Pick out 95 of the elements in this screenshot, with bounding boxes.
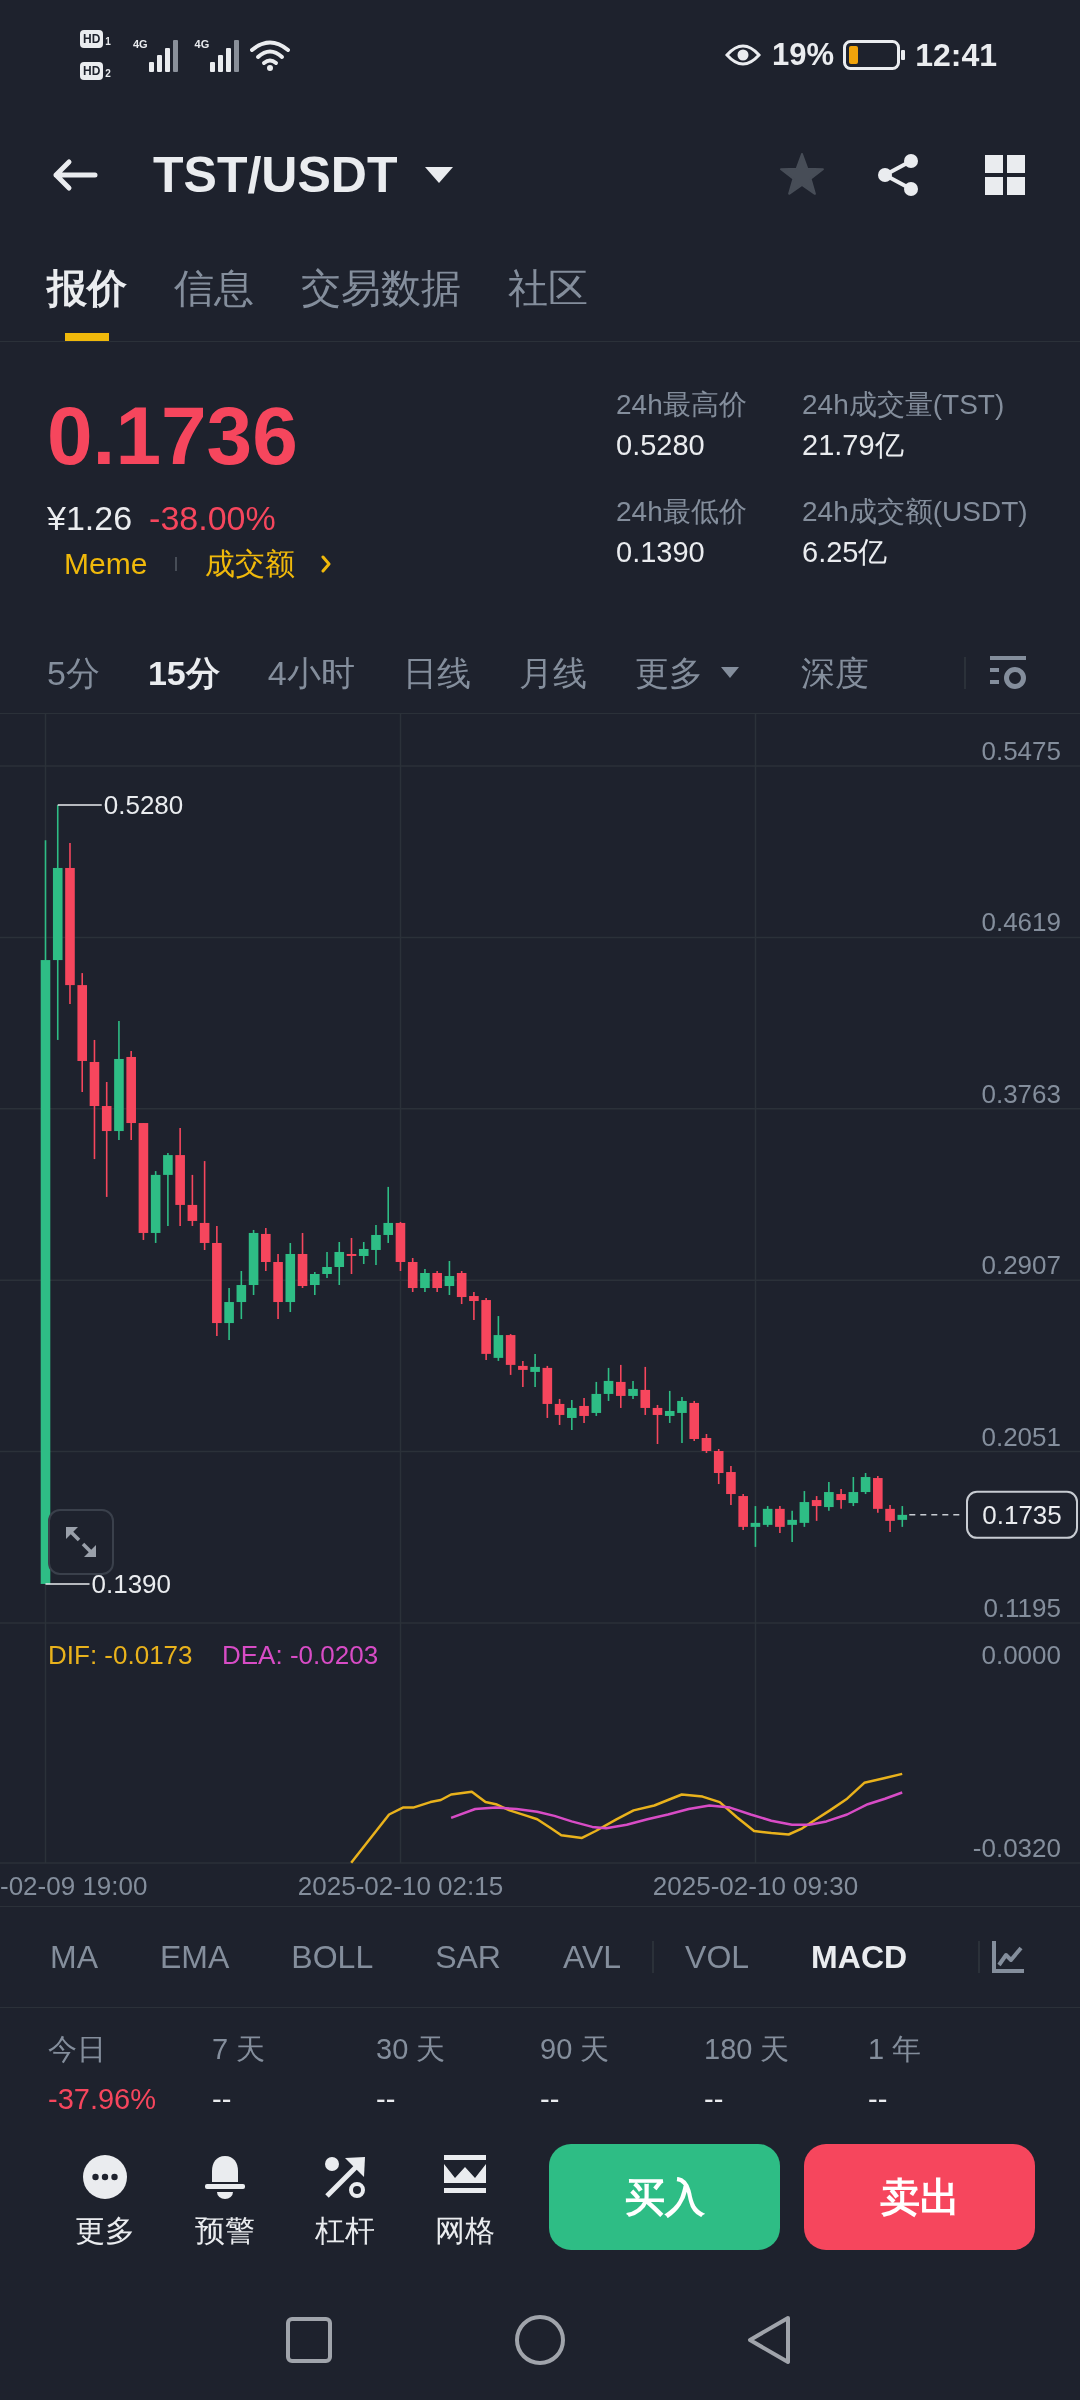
interval-tab[interactable]: 5分 — [47, 650, 100, 695]
back-arrow-icon[interactable] — [52, 158, 98, 192]
chart-settings-icon[interactable] — [990, 655, 1026, 690]
network-type-label: 4G — [132, 38, 148, 50]
indicator-tab[interactable]: SAR — [435, 1935, 501, 1979]
indicator-tab[interactable]: MA — [50, 1935, 98, 1979]
period-change: -- — [540, 2082, 561, 2117]
indicator-tab[interactable]: MACD — [811, 1935, 908, 1979]
pair-selector[interactable]: TST/USDT — [153, 145, 454, 205]
indicator-tab[interactable]: AVL — [562, 1935, 622, 1979]
period-label: 30 天 — [376, 2032, 447, 2067]
clock-time: 12:41 — [915, 36, 997, 75]
stat-label: 24h最低价 — [616, 495, 748, 529]
page-tab[interactable]: 社区 — [508, 240, 588, 341]
grid-trading-button[interactable]: 网格 — [415, 2144, 515, 2251]
last-price-tag: 0.1735 — [966, 1490, 1078, 1539]
stat-value: 0.1390 — [616, 535, 706, 570]
stat-label: 24h最高价 — [616, 388, 748, 422]
time-axis-label: 2025-02-10 02:15 — [297, 1871, 504, 1901]
triangle-nav-icon[interactable] — [747, 2315, 791, 2365]
macd-axis-label: 0.0000 — [981, 1640, 1061, 1670]
ellipsis-icon — [83, 2155, 127, 2199]
network-type-label: 4G — [194, 38, 210, 50]
stat-value: 21.79亿 — [802, 428, 905, 463]
page-tab[interactable]: 交易数据 — [301, 240, 461, 341]
wifi-icon — [250, 39, 291, 71]
interval-tab[interactable]: 15分 — [147, 650, 220, 695]
signal-icon — [210, 40, 241, 72]
stat-value: 0.5280 — [616, 428, 706, 463]
stat-label: 24h成交量(TST) — [802, 388, 1006, 422]
interval-tab[interactable]: 4小时 — [267, 650, 355, 695]
page-tab[interactable]: 报价 — [47, 240, 127, 341]
price-axis-label: 0.2907 — [981, 1250, 1061, 1281]
depth-tab[interactable]: 深度 — [800, 650, 869, 695]
price-axis-label: 0.1195 — [983, 1593, 1061, 1623]
period-change: -- — [376, 2082, 397, 2117]
price-change-percent: -38.00% — [149, 498, 276, 538]
share-icon[interactable] — [877, 153, 919, 197]
price-axis-label: 0.5475 — [981, 736, 1061, 767]
fiat-price: ¥1.26 — [47, 498, 133, 538]
page-tab[interactable]: 信息 — [174, 240, 254, 341]
eye-icon — [725, 42, 762, 68]
star-icon[interactable] — [779, 153, 825, 197]
price-axis-label: 0.3763 — [981, 1078, 1061, 1109]
caret-down-icon — [425, 167, 454, 183]
time-axis-label: 2025-02-10 09:30 — [652, 1871, 859, 1901]
indicator-tab[interactable]: VOL — [685, 1935, 750, 1979]
percent-arrow-icon — [323, 2155, 367, 2199]
period-label: 180 天 — [704, 2032, 791, 2067]
stat-value: 6.25亿 — [802, 535, 889, 570]
leader-line — [44, 1583, 91, 1585]
indicator-tab[interactable]: BOLL — [291, 1935, 374, 1979]
macd-axis-label: -0.0320 — [972, 1833, 1061, 1863]
indicator-tab[interactable]: EMA — [160, 1935, 230, 1979]
chart-line-icon[interactable] — [992, 1941, 1024, 1973]
sell-button[interactable]: 卖出 — [804, 2144, 1035, 2250]
bell-icon — [203, 2155, 247, 2199]
interval-tab[interactable]: 日线 — [402, 650, 471, 695]
time-axis-label: -02-09 19:00 — [0, 1871, 148, 1901]
last-price-line — [908, 1514, 962, 1516]
period-label: 1 年 — [868, 2032, 923, 2067]
price-axis-label: 0.2051 — [981, 1421, 1061, 1452]
period-label: 90 天 — [540, 2032, 611, 2067]
alert-button[interactable]: 预警 — [175, 2144, 275, 2251]
expand-button[interactable] — [48, 1509, 114, 1575]
period-change: -- — [704, 2082, 725, 2117]
high-price-label: 0.5280 — [103, 790, 184, 821]
period-change: -- — [868, 2082, 889, 2117]
interval-tab[interactable]: 月线 — [518, 650, 587, 695]
caret-down-icon — [720, 667, 739, 678]
expand-icon — [65, 1526, 97, 1558]
square-nav-icon[interactable] — [286, 2317, 332, 2363]
tag-link[interactable]: 成交额 — [205, 544, 296, 584]
period-change: -37.96% — [48, 2082, 157, 2117]
battery-icon — [843, 40, 906, 70]
more-button[interactable]: 更多 — [55, 2144, 155, 2251]
circle-nav-icon[interactable] — [515, 2315, 565, 2365]
period-label: 7 天 — [212, 2032, 267, 2067]
battery-percent: 19% — [772, 36, 835, 74]
signal-icon — [148, 40, 179, 72]
buy-button[interactable]: 买入 — [549, 2144, 780, 2250]
leader-line — [57, 804, 103, 806]
interval-dropdown[interactable]: 更多 — [634, 650, 739, 695]
low-price-label: 0.1390 — [91, 1568, 172, 1599]
last-price: 0.1736 — [47, 391, 299, 481]
macd-legend-label: DEA: -0.0203 — [222, 1640, 379, 1670]
period-change: -- — [212, 2082, 233, 2117]
grid-icon[interactable] — [985, 155, 1025, 195]
chevron-right-icon[interactable] — [321, 555, 332, 573]
leverage-button[interactable]: 杠杆 — [295, 2144, 395, 2251]
tag-link[interactable]: Meme — [64, 544, 148, 584]
price-axis-label: 0.4619 — [981, 907, 1061, 938]
stat-label: 24h成交额(USDT) — [802, 495, 1028, 529]
period-label: 今日 — [48, 2032, 107, 2067]
macd-legend-label: DIF: -0.0173 — [48, 1640, 193, 1670]
